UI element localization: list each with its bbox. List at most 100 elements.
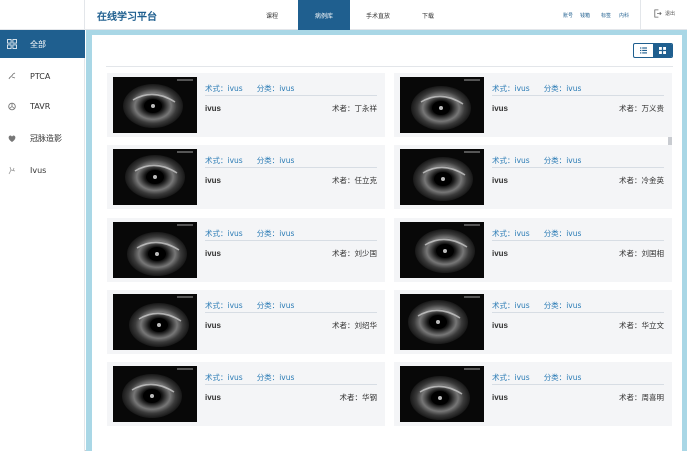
ivus-thumbnail[interactable] (113, 366, 197, 422)
category-value[interactable]: ivus (279, 156, 294, 165)
list-view-button[interactable] (634, 44, 653, 57)
case-author: 术者：丁永祥 (332, 104, 377, 113)
case-meta: 术式：ivus 分类：ivus (205, 83, 294, 94)
divider (492, 95, 664, 96)
case-card[interactable]: 术式：ivus 分类：ivus ivus 术者：万义贵 (394, 73, 672, 137)
category-value[interactable]: ivus (279, 373, 294, 382)
case-card[interactable]: 术式：ivus 分类：ivus ivus 术者：周喜明 (394, 362, 672, 426)
divider (492, 240, 664, 241)
sidebar-item-coronary-angiography[interactable]: 冠脉造影 (0, 124, 85, 152)
technique-field: 术式：ivus (205, 229, 243, 238)
technique-value[interactable]: ivus (228, 373, 243, 382)
technique-value[interactable]: ivus (515, 84, 530, 93)
heart-icon (7, 133, 17, 143)
technique-field: 术式：ivus (492, 373, 530, 382)
technique-field: 术式：ivus (205, 156, 243, 165)
case-author: 术者：任立克 (332, 176, 377, 185)
divider (205, 384, 377, 385)
sidebar-item-label: Ivus (30, 165, 47, 175)
technique-value[interactable]: ivus (515, 373, 530, 382)
brand-title: 在线学习平台 (97, 12, 157, 23)
case-card[interactable]: 术式：ivus 分类：ivus ivus 术者：丁永祥 (107, 73, 385, 137)
category-value[interactable]: ivus (279, 301, 294, 310)
case-title[interactable]: ivus (492, 321, 508, 330)
category-field: 分类：ivus (256, 84, 295, 93)
divider (205, 95, 377, 96)
ivus-thumbnail[interactable] (113, 149, 197, 205)
sidebar-item-all[interactable]: 全部 (0, 30, 85, 58)
technique-value[interactable]: ivus (228, 229, 243, 238)
view-mode-toggle (633, 43, 673, 58)
case-title[interactable]: ivus (205, 321, 221, 330)
util-link-tags[interactable]: 标签 (601, 12, 611, 19)
case-card[interactable]: 术式：ivus 分类：ivus ivus 术者：冷金英 (394, 145, 672, 209)
category-value[interactable]: ivus (566, 229, 581, 238)
sidebar-item-ptca[interactable]: PTCA (0, 62, 85, 90)
ivus-thumbnail[interactable] (400, 149, 484, 205)
case-card[interactable]: 术式：ivus 分类：ivus ivus 术者：刘绍华 (107, 290, 385, 354)
case-title[interactable]: ivus (205, 176, 221, 185)
technique-value[interactable]: ivus (515, 301, 530, 310)
category-value[interactable]: ivus (566, 84, 581, 93)
util-link-wallet[interactable]: 钱箱 (580, 12, 590, 19)
sidebar-item-tavr[interactable]: TAVR (0, 92, 85, 120)
category-value[interactable]: ivus (566, 156, 581, 165)
util-link-department[interactable]: 内科 (619, 12, 629, 19)
case-card[interactable]: 术式：ivus 分类：ivus ivus 术者：刘国相 (394, 218, 672, 282)
case-title[interactable]: ivus (492, 393, 508, 402)
case-meta: 术式：ivus 分类：ivus (492, 228, 581, 239)
case-author: 术者：周喜明 (619, 393, 664, 402)
case-title[interactable]: ivus (205, 249, 221, 258)
technique-field: 术式：ivus (205, 301, 243, 310)
nav-tab-surgery-live[interactable]: 手术直放 (356, 0, 400, 30)
technique-value[interactable]: ivus (515, 229, 530, 238)
valve-icon (7, 101, 17, 111)
technique-value[interactable]: ivus (228, 156, 243, 165)
util-link-account[interactable]: 账号 (563, 12, 573, 19)
technique-value[interactable]: ivus (228, 301, 243, 310)
ivus-thumbnail[interactable] (113, 294, 197, 350)
ivus-thumbnail[interactable] (113, 222, 197, 278)
case-author: 术者：华立文 (619, 321, 664, 330)
case-title[interactable]: ivus (205, 104, 221, 113)
category-value[interactable]: ivus (566, 373, 581, 382)
sidebar-item-label: 全部 (30, 39, 46, 49)
case-author: 术者：刘绍华 (332, 321, 377, 330)
case-card[interactable]: 术式：ivus 分类：ivus ivus 术者：任立克 (107, 145, 385, 209)
nav-tab-courses[interactable]: 课程 (252, 0, 292, 30)
case-author: 术者：刘少国 (332, 249, 377, 258)
grid-view-button[interactable] (653, 44, 672, 57)
case-card[interactable]: 术式：ivus 分类：ivus ivus 术者：华钢 (107, 362, 385, 426)
logout-button[interactable]: 退出 (653, 9, 675, 18)
category-value[interactable]: ivus (279, 84, 294, 93)
case-author: 术者：万义贵 (619, 104, 664, 113)
ivus-thumbnail[interactable] (113, 77, 197, 133)
sidebar-item-ivus[interactable]: Ivus (0, 156, 85, 184)
case-title[interactable]: ivus (205, 393, 221, 402)
case-author: 术者：刘国相 (619, 249, 664, 258)
technique-value[interactable]: ivus (228, 84, 243, 93)
technique-field: 术式：ivus (492, 229, 530, 238)
ivus-thumbnail[interactable] (400, 222, 484, 278)
category-value[interactable]: ivus (279, 229, 294, 238)
technique-value[interactable]: ivus (515, 156, 530, 165)
case-card[interactable]: 术式：ivus 分类：ivus ivus 术者：刘少国 (107, 218, 385, 282)
ivus-thumbnail[interactable] (400, 294, 484, 350)
case-meta: 术式：ivus 分类：ivus (492, 372, 581, 383)
case-title[interactable]: ivus (492, 104, 508, 113)
case-author: 术者：华钢 (339, 393, 378, 402)
category-field: 分类：ivus (256, 301, 295, 310)
nav-tab-case-library[interactable]: 病例库 (298, 0, 350, 30)
grid-icon (7, 39, 17, 49)
ivus-thumbnail[interactable] (400, 77, 484, 133)
case-title[interactable]: ivus (492, 176, 508, 185)
case-title[interactable]: ivus (492, 249, 508, 258)
case-card[interactable]: 术式：ivus 分类：ivus ivus 术者：华立文 (394, 290, 672, 354)
case-meta: 术式：ivus 分类：ivus (492, 155, 581, 166)
category-field: 分类：ivus (256, 373, 295, 382)
nav-tab-download[interactable]: 下载 (408, 0, 448, 30)
divider (492, 167, 664, 168)
ivus-thumbnail[interactable] (400, 366, 484, 422)
category-value[interactable]: ivus (566, 301, 581, 310)
vessel-icon (7, 165, 17, 175)
